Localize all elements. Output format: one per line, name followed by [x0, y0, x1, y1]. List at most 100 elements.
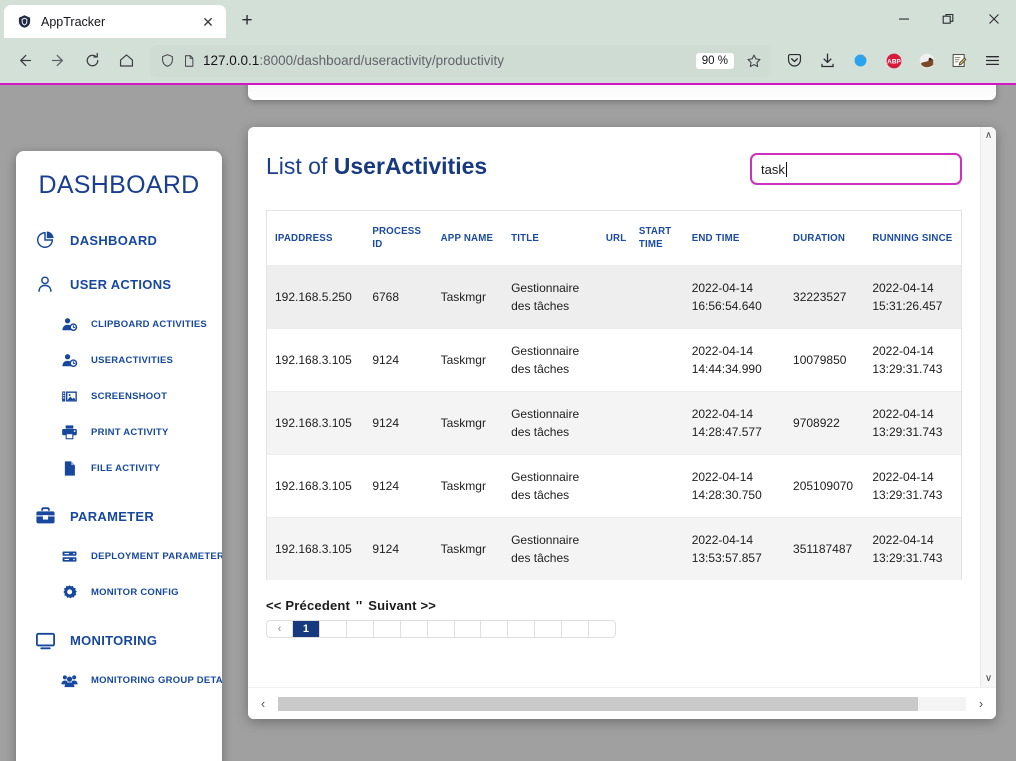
table-row[interactable]: 192.168.3.105 9124 Taskmgr Gestionnaire … [267, 329, 962, 392]
column-header-running-since[interactable]: RUNNING SINCE [868, 211, 962, 266]
tab-strip: AppTracker ✕ + [0, 0, 1016, 38]
sidebar-item-monitor-config[interactable]: MONITOR CONFIG [16, 574, 222, 610]
pagination-page-empty[interactable] [455, 621, 482, 637]
profile-avatar-icon[interactable] [911, 45, 942, 76]
user-clock-icon [60, 351, 78, 369]
scroll-left-icon[interactable]: ‹ [248, 696, 278, 711]
browser-tab[interactable]: AppTracker ✕ [4, 5, 226, 38]
sidebar-item-label: DASHBOARD [70, 233, 157, 248]
pocket-icon[interactable] [779, 45, 810, 76]
column-header-url[interactable]: URL [602, 211, 635, 266]
horizontal-scroll-thumb[interactable] [278, 697, 918, 711]
pagination-page-empty[interactable] [535, 621, 562, 637]
sidebar-item-label: DEPLOYMENT PARAMETER [91, 551, 222, 562]
column-header-start-time[interactable]: START TIME [635, 211, 688, 266]
horizontal-scrollbar[interactable]: ‹ › [248, 687, 996, 719]
cell-start-time [635, 266, 688, 329]
restore-button[interactable] [926, 0, 971, 38]
sidebar-item-deployment-parameter[interactable]: DEPLOYMENT PARAMETER [16, 538, 222, 574]
search-input-value: task [761, 162, 785, 177]
cell-app-name: Taskmgr [437, 455, 507, 518]
sidebar-item-monitoring-group-details[interactable]: MONITORING GROUP DETAILS [16, 662, 222, 698]
pagination-prev-arrow-icon[interactable]: ‹ [267, 621, 293, 637]
table-row[interactable]: 192.168.3.105 9124 Taskmgr Gestionnaire … [267, 455, 962, 518]
pagination-next-link[interactable]: Suivant >> [368, 598, 436, 613]
shield-tracking-icon[interactable] [160, 53, 175, 68]
card-above-cut-off [248, 85, 996, 100]
column-header-ipaddress[interactable]: IPADDRESS [267, 211, 368, 266]
firefox-account-icon[interactable] [845, 45, 876, 76]
minimize-button[interactable] [881, 0, 926, 38]
page-info-icon[interactable] [182, 54, 196, 68]
adblock-plus-icon[interactable]: ABP [878, 45, 909, 76]
url-bar[interactable]: 127.0.0.1:8000/dashboard/useractivity/pr… [150, 45, 771, 77]
pagination-page-empty[interactable] [481, 621, 508, 637]
pagination-page-empty[interactable] [347, 621, 374, 637]
tab-title: AppTracker [41, 15, 190, 29]
home-button-icon[interactable] [110, 45, 142, 77]
downloads-icon[interactable] [812, 45, 843, 76]
pagination-page-empty[interactable] [320, 621, 347, 637]
horizontal-scroll-track[interactable] [278, 697, 966, 711]
column-header-process-id[interactable]: PROCESS ID [368, 211, 436, 266]
pagination-page-empty[interactable] [428, 621, 455, 637]
table-row[interactable]: 192.168.3.105 9124 Taskmgr Gestionnaire … [267, 518, 962, 581]
zoom-level-badge[interactable]: 90 % [696, 53, 734, 69]
sidebar-item-print-activity[interactable]: PRINT ACTIVITY [16, 414, 222, 450]
cell-title: Gestionnaire des tâches [507, 266, 602, 329]
sidebar-item-label: CLIPBOARD ACTIVITIES [91, 319, 207, 330]
cell-start-time [635, 518, 688, 581]
url-text[interactable]: 127.0.0.1:8000/dashboard/useractivity/pr… [203, 53, 689, 68]
sidebar-item-monitoring[interactable]: MONITORING [16, 618, 222, 662]
pagination-page-empty[interactable] [401, 621, 428, 637]
pagination-page-empty[interactable] [562, 621, 589, 637]
sidebar-item-clipboard-activities[interactable]: CLIPBOARD ACTIVITIES [16, 306, 222, 342]
search-input[interactable]: task [750, 153, 962, 185]
star-icon[interactable] [741, 48, 767, 74]
sidebar-item-parameter[interactable]: PARAMETER [16, 494, 222, 538]
pagination-prev-link[interactable]: << Précedent [266, 598, 350, 613]
sidebar-item-screenshoot[interactable]: SCREENSHOOT [16, 378, 222, 414]
pagination-page-empty[interactable] [508, 621, 535, 637]
sidebar-item-dashboard[interactable]: DASHBOARD [16, 218, 222, 262]
back-button-icon[interactable] [8, 45, 40, 77]
reload-button-icon[interactable] [76, 45, 108, 77]
new-tab-button[interactable]: + [232, 6, 262, 36]
cell-url [602, 329, 635, 392]
tab-close-icon[interactable]: ✕ [198, 12, 218, 32]
cell-title: Gestionnaire des tâches [507, 518, 602, 581]
user-icon [34, 273, 56, 295]
sidebar-item-useractivities[interactable]: USERACTIVITIES [16, 342, 222, 378]
scroll-down-icon[interactable]: ∨ [985, 673, 992, 684]
gear-icon [60, 583, 78, 601]
column-header-app-name[interactable]: APP NAME [437, 211, 507, 266]
printer-icon [60, 423, 78, 441]
cell-end-time: 2022-04-14 13:53:57.857 [688, 518, 789, 581]
table-row[interactable]: 192.168.5.250 6768 Taskmgr Gestionnaire … [267, 266, 962, 329]
sidebar-item-user-actions[interactable]: USER ACTIONS [16, 262, 222, 306]
table-head: IPADDRESS PROCESS ID APP NAME TITLE URL … [267, 211, 962, 266]
cell-running-since: 2022-04-14 13:29:31.743 [868, 392, 962, 455]
column-header-duration[interactable]: DURATION [789, 211, 868, 266]
close-button[interactable] [971, 0, 1016, 38]
cell-duration: 32223527 [789, 266, 868, 329]
useractivities-table: IPADDRESS PROCESS ID APP NAME TITLE URL … [267, 211, 962, 580]
table-row[interactable]: 192.168.3.105 9124 Taskmgr Gestionnaire … [267, 392, 962, 455]
cell-ipaddress: 192.168.3.105 [267, 518, 368, 581]
hamburger-menu-icon[interactable] [977, 45, 1008, 76]
forward-button-icon[interactable] [42, 45, 74, 77]
cell-running-since: 2022-04-14 13:29:31.743 [868, 518, 962, 581]
scroll-right-icon[interactable]: › [966, 696, 996, 711]
vertical-scrollbar[interactable]: ∧ ∨ [980, 127, 996, 687]
scroll-up-icon[interactable]: ∧ [985, 130, 992, 141]
column-header-title[interactable]: TITLE [507, 211, 602, 266]
toolbar-icons: ABP [779, 45, 1008, 76]
sidebar-item-label: USERACTIVITIES [91, 355, 173, 366]
pagination-page-empty[interactable] [374, 621, 401, 637]
pagination-page-empty[interactable] [589, 621, 615, 637]
notes-icon[interactable] [944, 45, 975, 76]
cell-process-id: 9124 [368, 518, 436, 581]
pagination-page-1[interactable]: 1 [293, 621, 320, 637]
sidebar-item-file-activity[interactable]: FILE ACTIVITY [16, 450, 222, 486]
column-header-end-time[interactable]: END TIME [688, 211, 789, 266]
